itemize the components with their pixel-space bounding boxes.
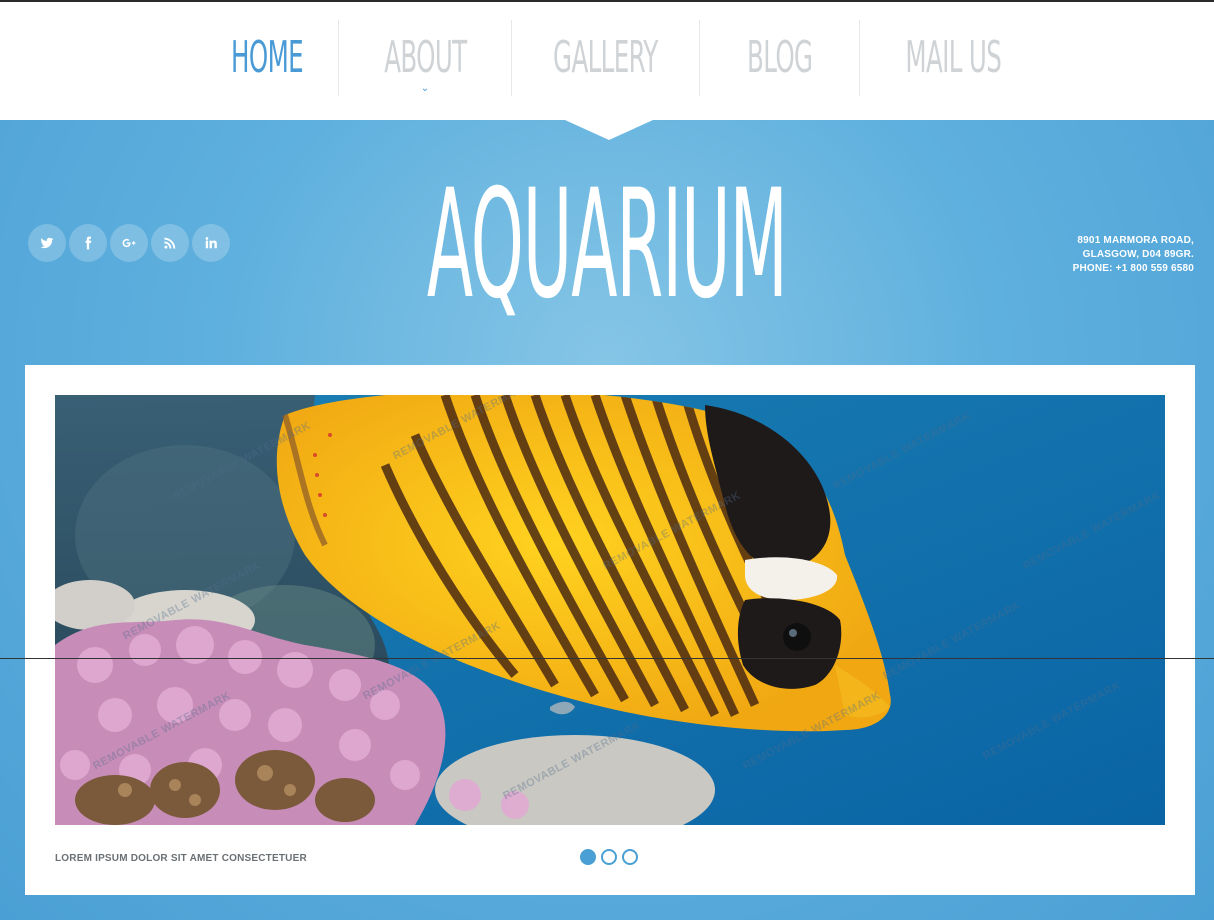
nav-item-label: ABOUT	[383, 32, 467, 83]
nav-item-home[interactable]: HOME	[196, 20, 338, 96]
nav-item-label: HOME	[230, 32, 304, 83]
nav-item-blog[interactable]: BLOG	[700, 20, 859, 96]
nav-item-label: BLOG	[746, 32, 813, 83]
nav-item-label: GALLERY	[553, 32, 658, 83]
top-navigation: HOME ABOUT ⌄ GALLERY BLOG MAIL US	[0, 0, 1214, 120]
facebook-icon[interactable]	[69, 224, 107, 262]
nav-item-mail-us[interactable]: MAIL US	[860, 20, 1046, 96]
address-line: GLASGOW, D04 89GR.	[1082, 249, 1194, 260]
chevron-down-icon: ⌄	[420, 83, 430, 94]
slide-caption: LOREM IPSUM DOLOR SIT AMET CONSECTETUER	[55, 853, 307, 864]
slider-dot-2[interactable]	[601, 849, 617, 865]
slider-dot-3[interactable]	[622, 849, 638, 865]
google-plus-icon[interactable]	[110, 224, 148, 262]
twitter-icon[interactable]	[28, 224, 66, 262]
slider-pagination	[580, 849, 638, 865]
nav-item-gallery[interactable]: GALLERY	[512, 20, 699, 96]
rss-icon[interactable]	[151, 224, 189, 262]
slider-card: REMOVABLE WATERMARK REMOVABLE WATERMARK …	[25, 365, 1195, 895]
nav-menu: HOME ABOUT ⌄ GALLERY BLOG MAIL US	[196, 20, 1046, 96]
nav-item-about[interactable]: ABOUT ⌄	[339, 20, 511, 96]
phone-number: PHONE: +1 800 559 6580	[1072, 263, 1194, 274]
nav-item-label: MAIL US	[905, 32, 1001, 83]
slide-image: REMOVABLE WATERMARK REMOVABLE WATERMARK …	[55, 395, 1165, 825]
contact-info: 8901 MARMORA ROAD, GLASGOW, D04 89GR. PH…	[1073, 234, 1194, 276]
social-links	[28, 224, 230, 262]
linkedin-icon[interactable]	[192, 224, 230, 262]
address-line: 8901 MARMORA ROAD,	[1077, 235, 1194, 246]
divider-line	[0, 658, 1214, 659]
nav-pointer-triangle	[565, 120, 653, 140]
slider-dot-1[interactable]	[580, 849, 596, 865]
